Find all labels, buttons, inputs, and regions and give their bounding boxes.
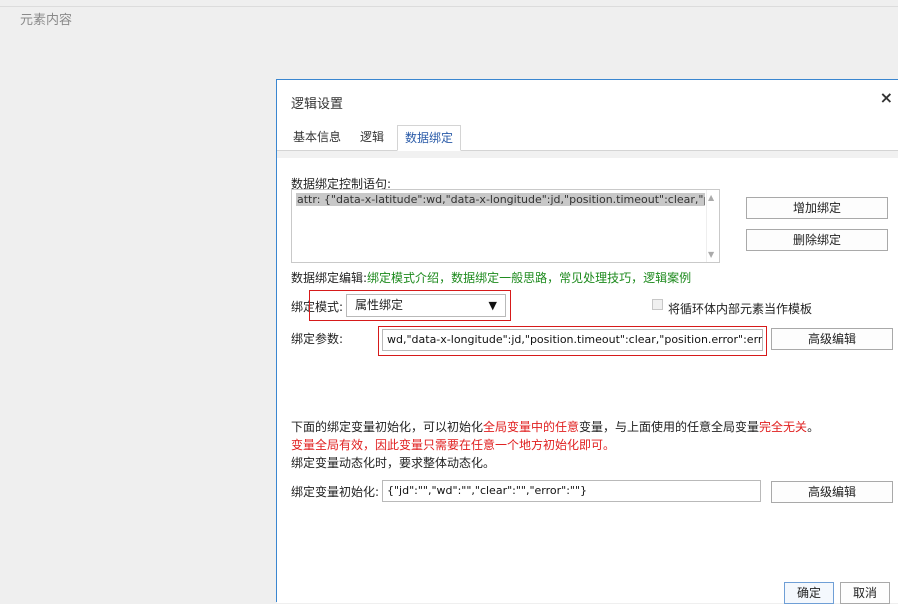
loop-template-label: 将循环体内部元素当作模板	[668, 302, 813, 316]
init-variables-input[interactable]: {"jd":"","wd":"","clear":"","error":""}	[382, 480, 761, 502]
tab-bar: 基本信息 逻辑 数据绑定	[277, 125, 898, 151]
link-separator: ，	[631, 271, 644, 285]
params-advanced-edit-button[interactable]: 高级编辑	[771, 328, 893, 350]
tab-logic[interactable]: 逻辑	[355, 125, 389, 150]
loop-template-checkbox[interactable]	[652, 299, 663, 310]
link-separator: ，	[439, 271, 452, 285]
binding-editor-label: 数据绑定编辑:	[291, 271, 368, 285]
link-binding-approach[interactable]: 数据绑定一般思路	[451, 271, 547, 285]
link-separator: ，	[547, 271, 560, 285]
highlight-box-mode	[309, 290, 511, 321]
highlight-box-params	[378, 326, 767, 356]
data-binding-panel: 数据绑定控制语句: attr: {"data-x-latitude":wd,"d…	[277, 151, 898, 604]
init-note-line2: 变量全局有效，因此变量只需要在任意一个地方初始化即可。	[291, 438, 616, 452]
tab-data-binding[interactable]: 数据绑定	[397, 125, 461, 151]
note-highlight: 完全无关	[759, 420, 808, 434]
note-highlight: 全局变量中的任意	[483, 420, 580, 434]
note-text: 变量，与上面使用的任意全局变量	[579, 420, 760, 434]
textarea-scrollbar[interactable]: ▲ ▼	[706, 190, 719, 262]
link-binding-mode-intro[interactable]: 绑定模式介绍	[367, 271, 439, 285]
note-text: 。	[807, 420, 820, 434]
panel-header-strip	[277, 151, 898, 158]
scroll-up-icon[interactable]: ▲	[708, 193, 714, 202]
link-logic-examples[interactable]: 逻辑案例	[643, 271, 691, 285]
top-divider	[0, 6, 898, 7]
scroll-down-icon[interactable]: ▼	[708, 250, 714, 259]
page-title: 元素内容	[20, 13, 73, 28]
note-text: 下面的绑定变量初始化，可以初始化	[291, 420, 484, 434]
binding-params-label: 绑定参数:	[291, 332, 344, 346]
control-statement-textarea[interactable]: attr: {"data-x-latitude":wd,"data-x-long…	[291, 189, 720, 263]
init-variables-label: 绑定变量初始化:	[291, 485, 380, 499]
logic-settings-dialog: 逻辑设置 × 基本信息 逻辑 数据绑定 数据绑定控制语句: attr: {"da…	[276, 79, 898, 604]
link-common-tips[interactable]: 常见处理技巧	[559, 271, 631, 285]
add-binding-button[interactable]: 增加绑定	[746, 197, 888, 219]
binding-editor-row: 数据绑定编辑:绑定模式介绍，数据绑定一般思路，常见处理技巧，逻辑案例	[291, 269, 691, 286]
init-note-line1: 下面的绑定变量初始化，可以初始化全局变量中的任意变量，与上面使用的任意全局变量完…	[291, 418, 819, 435]
control-statement-text: attr: {"data-x-latitude":wd,"data-x-long…	[296, 193, 705, 206]
delete-binding-button[interactable]: 删除绑定	[746, 229, 888, 251]
dialog-title: 逻辑设置	[291, 97, 344, 112]
cancel-button[interactable]: 取消	[840, 582, 890, 604]
init-note-line3: 绑定变量动态化时，要求整体动态化。	[291, 456, 496, 470]
ok-button[interactable]: 确定	[784, 582, 834, 604]
init-advanced-edit-button[interactable]: 高级编辑	[771, 481, 893, 503]
tab-basic-info[interactable]: 基本信息	[289, 125, 345, 150]
close-icon[interactable]: ×	[880, 88, 893, 107]
